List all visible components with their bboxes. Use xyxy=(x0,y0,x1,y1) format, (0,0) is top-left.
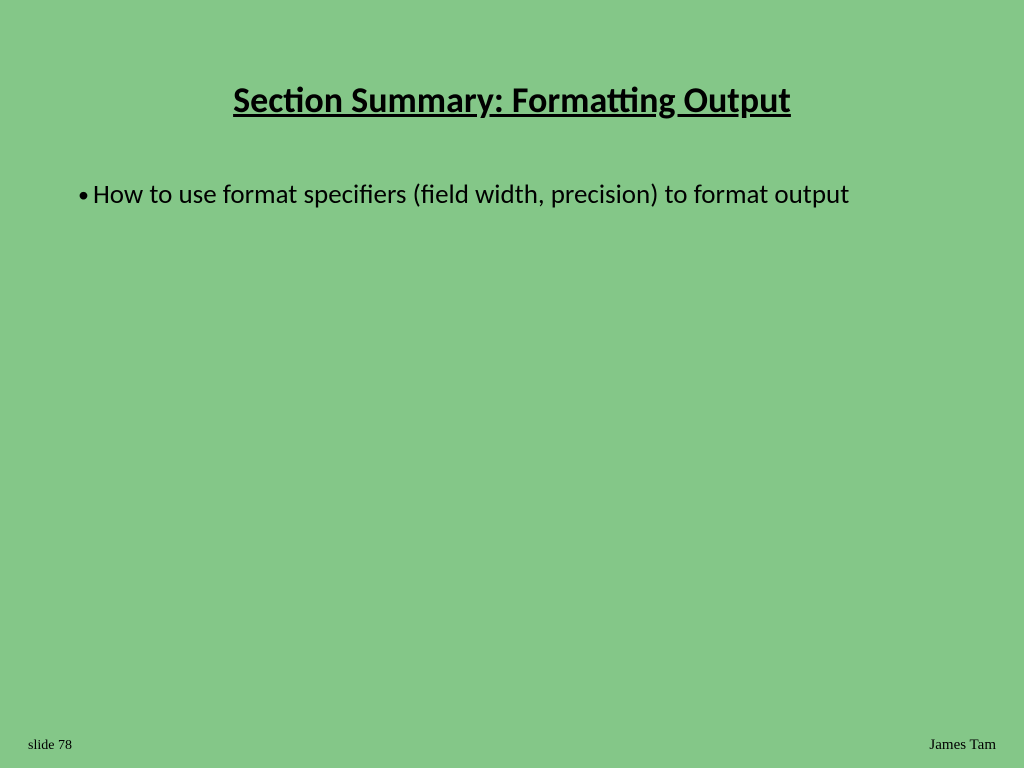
bullet-item: • How to use format specifiers (field wi… xyxy=(78,178,964,212)
slide: Section Summary: Formatting Output • How… xyxy=(0,0,1024,768)
bullet-text: How to use format specifiers (field widt… xyxy=(93,178,849,212)
bullet-list: • How to use format specifiers (field wi… xyxy=(78,178,964,212)
slide-title: Section Summary: Formatting Output xyxy=(0,78,1024,122)
author-name: James Tam xyxy=(929,737,996,754)
bullet-marker-icon: • xyxy=(78,178,89,211)
slide-number: slide 78 xyxy=(28,738,72,754)
